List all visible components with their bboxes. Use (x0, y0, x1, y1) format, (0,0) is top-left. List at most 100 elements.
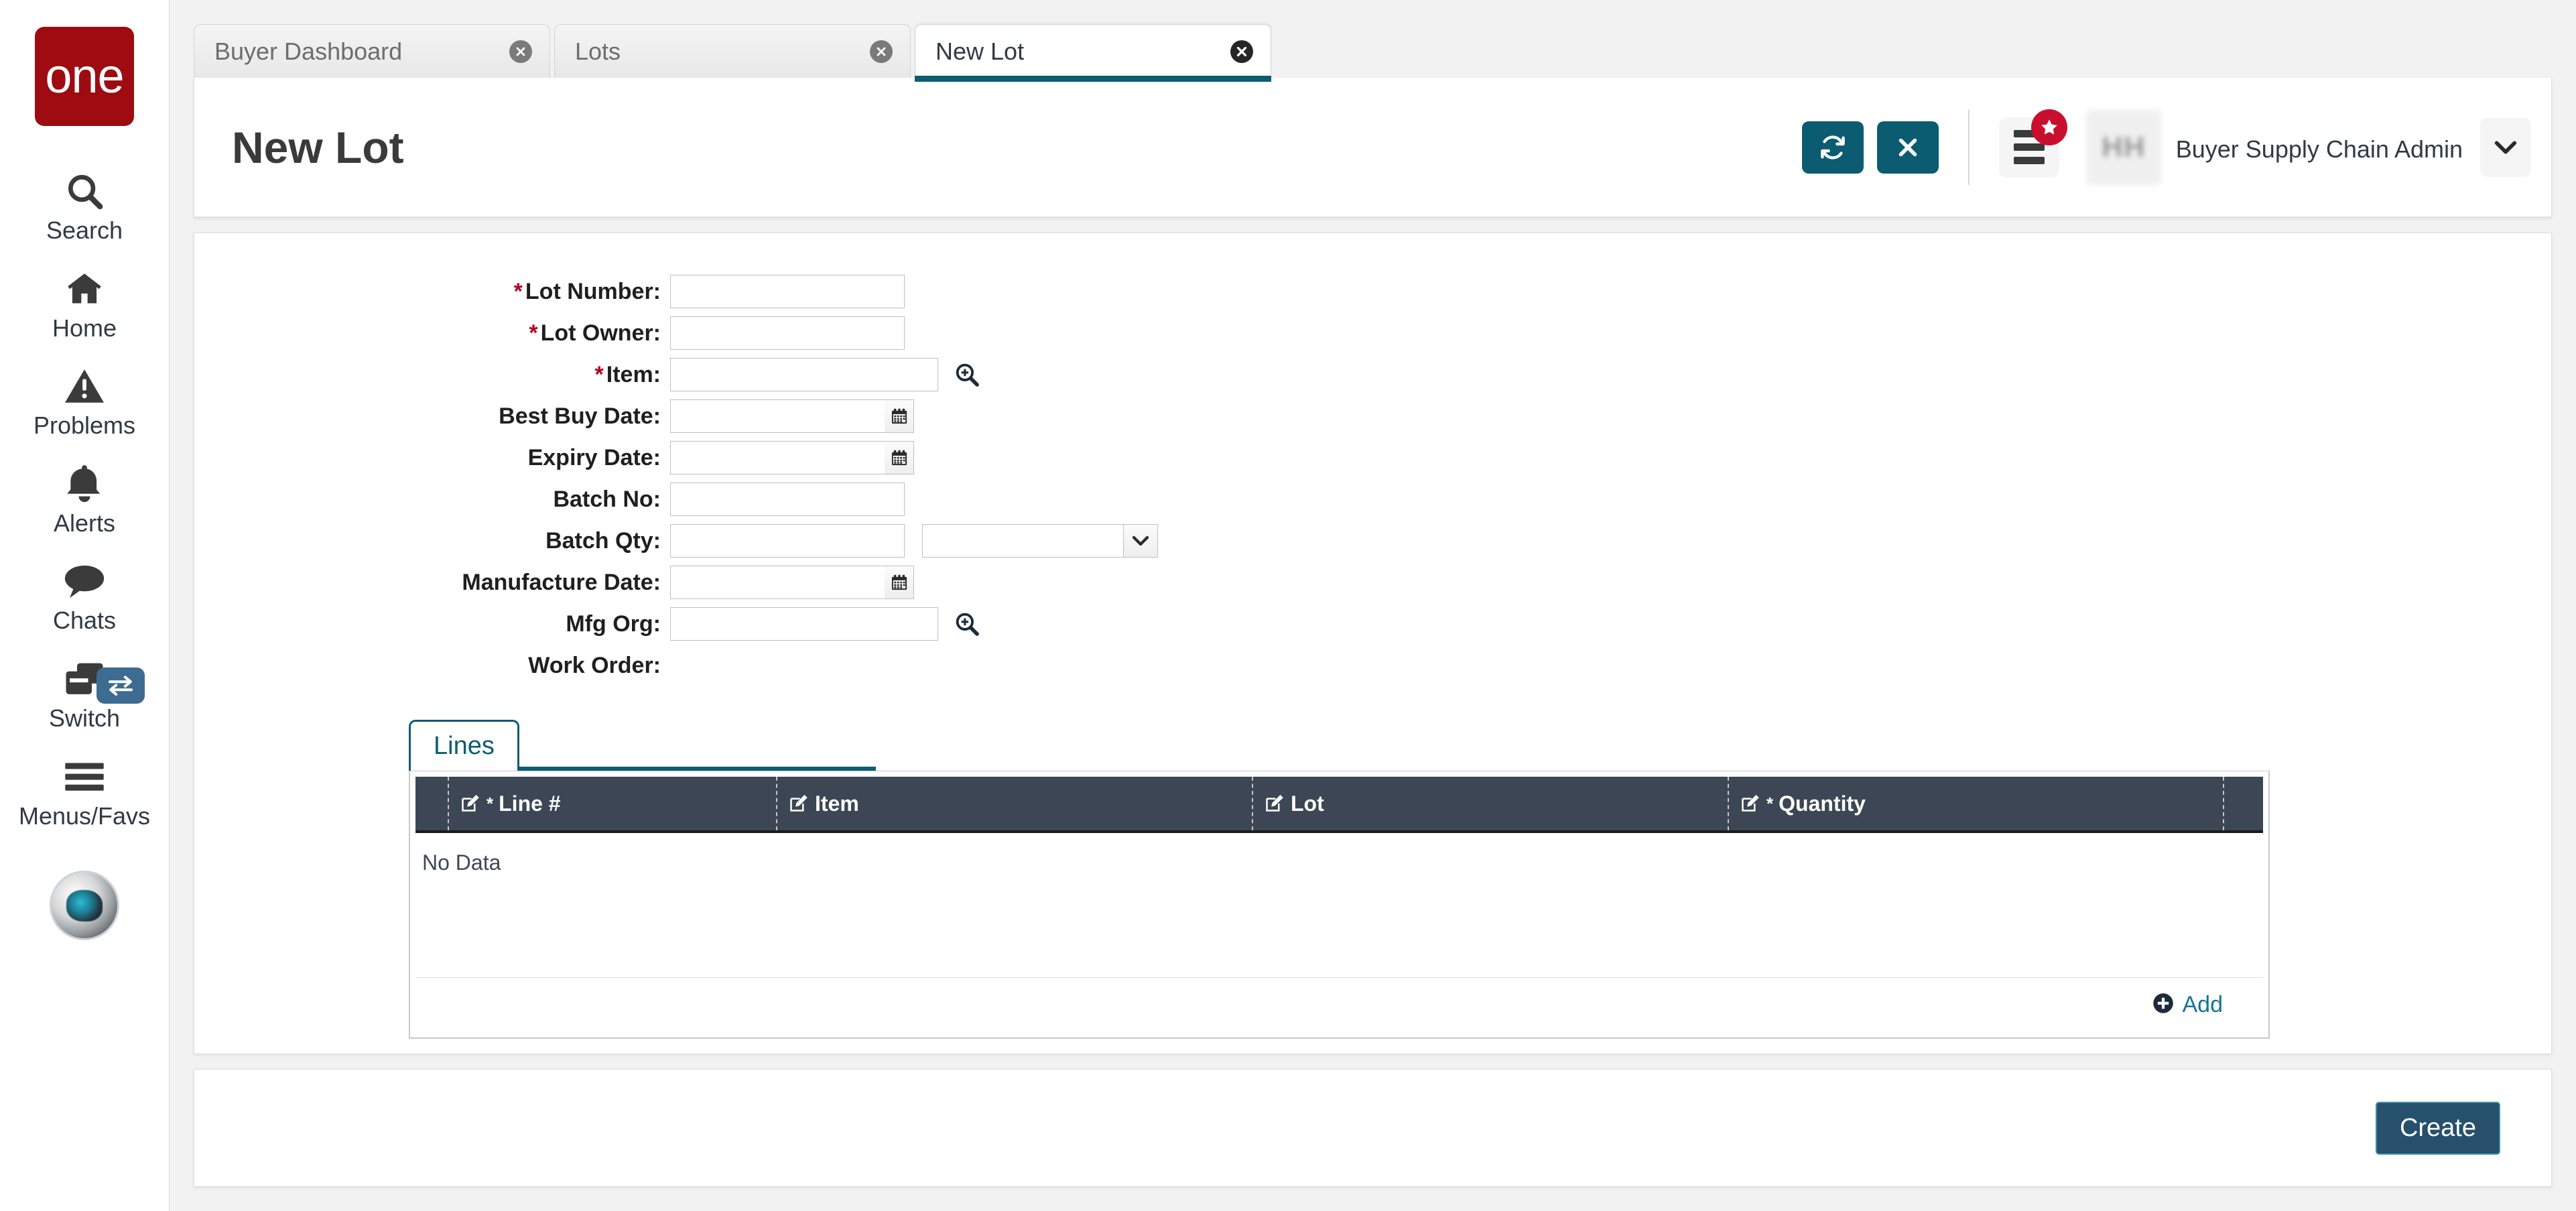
sidebar-item-menus-favs[interactable]: Menus/Favs (0, 741, 169, 839)
star-icon (2031, 109, 2067, 145)
user-menu-toggle[interactable] (2480, 117, 2531, 177)
user-name (2176, 106, 2463, 133)
field-label: * Lot Number: (513, 278, 661, 304)
batch-qty-uom-select[interactable] (922, 524, 1158, 558)
field-row-item: * Item: (208, 354, 2551, 395)
required-marker: * (487, 793, 494, 814)
lines-grid-body: No Data (410, 833, 2268, 977)
calendar-icon[interactable] (885, 399, 914, 433)
sidebar-item-label: Alerts (53, 509, 116, 537)
field-label: Manufacture Date: (462, 569, 661, 595)
field-control (670, 524, 1158, 558)
close-icon[interactable] (870, 40, 893, 63)
lines-grid-footer: Add (415, 977, 2263, 1032)
field-row-best-buy-date: Best Buy Date: (208, 395, 2551, 437)
add-line-button[interactable]: Add (2152, 992, 2224, 1018)
tab-label: New Lot (936, 37, 1025, 65)
column-header-line-number[interactable]: * Line # (448, 777, 776, 830)
manufacture-date-input[interactable] (670, 566, 885, 599)
field-control (670, 566, 914, 599)
left-nav-sidebar: one Search Home Problems Alerts Chats Sw… (0, 0, 170, 1211)
user-role: Buyer Supply Chain Admin (2175, 135, 2463, 163)
field-control (670, 275, 905, 308)
column-header-end-spacer (2223, 777, 2263, 830)
tab-new-lot[interactable]: New Lot (915, 24, 1271, 82)
bell-icon (65, 459, 104, 509)
brand-logo-text: one (45, 50, 124, 103)
home-icon (63, 264, 106, 314)
column-header-quantity[interactable]: * Quantity (1728, 777, 2223, 830)
sidebar-item-label: Chats (52, 607, 117, 635)
sidebar-item-alerts[interactable]: Alerts (0, 448, 169, 546)
sidebar-item-label: Switch (48, 704, 121, 732)
exchange-arrows-icon (109, 676, 133, 696)
best-buy-date-input[interactable] (670, 399, 885, 433)
column-header-label: Lot (1291, 791, 1324, 816)
edit-pencil-icon (788, 793, 808, 814)
create-button[interactable]: Create (2375, 1101, 2500, 1155)
add-line-label: Add (2182, 992, 2224, 1017)
favorites-menu-button[interactable] (1998, 109, 2067, 178)
field-row-lot-owner: * Lot Owner: (208, 312, 2551, 354)
tab-buyer-dashboard[interactable]: Buyer Dashboard (194, 24, 550, 78)
chevron-down-icon (2494, 140, 2517, 153)
column-header-lot[interactable]: Lot (1252, 777, 1728, 830)
assistant-avatar-icon[interactable] (50, 871, 119, 941)
tab-lots[interactable]: Lots (554, 24, 911, 78)
mfg-org-input[interactable] (670, 607, 938, 641)
field-control (670, 358, 984, 391)
edit-pencil-icon (1264, 793, 1284, 814)
sidebar-item-switch[interactable]: Switch (0, 643, 169, 741)
page-title: New Lot (232, 122, 404, 172)
chat-bubble-icon (62, 556, 107, 606)
expiry-date-input[interactable] (670, 441, 885, 474)
batch-qty-input[interactable] (670, 524, 905, 558)
sidebar-item-label: Home (52, 314, 117, 342)
batch-qty-uom-value (922, 524, 1123, 558)
item-input[interactable] (670, 358, 938, 391)
field-control (670, 316, 905, 350)
main-pane: Buyer Dashboard Lots New Lot New Lot HH … (170, 0, 2576, 1211)
page-header-card: New Lot HH Buyer Supply Chain Admin (194, 78, 2552, 218)
close-icon[interactable] (1230, 40, 1253, 63)
tab-lines[interactable]: Lines (409, 720, 519, 771)
close-button[interactable] (1876, 121, 1939, 174)
refresh-icon (1820, 135, 1845, 160)
magnifier-plus-icon[interactable] (950, 607, 984, 641)
field-label: Batch No: (553, 486, 661, 512)
switch-toggle-badge[interactable] (96, 667, 145, 704)
field-control (670, 441, 914, 474)
new-lot-form: * Lot Number: * Lot Owner: * Item: Best … (194, 271, 2551, 686)
sidebar-item-home[interactable]: Home (0, 253, 169, 351)
lot-number-input[interactable] (670, 275, 905, 308)
calendar-icon[interactable] (885, 441, 914, 474)
required-marker: * (594, 361, 604, 387)
field-row-expiry-date: Expiry Date: (208, 437, 2551, 479)
calendar-icon[interactable] (885, 566, 914, 599)
plus-circle-icon (2152, 992, 2175, 1018)
close-icon[interactable] (509, 40, 532, 63)
brand-logo[interactable]: one (35, 27, 134, 126)
search-icon (64, 166, 105, 216)
column-header-item[interactable]: Item (776, 777, 1252, 830)
user-profile[interactable]: HH Buyer Supply Chain Admin (2085, 106, 2463, 189)
field-row-lot-number: * Lot Number: (208, 271, 2551, 312)
sidebar-item-problems[interactable]: Problems (0, 350, 169, 448)
sidebar-item-search[interactable]: Search (0, 155, 169, 253)
magnifier-plus-icon[interactable] (950, 358, 984, 391)
header-divider (1968, 109, 1970, 185)
batch-no-input[interactable] (670, 483, 905, 516)
header-actions (1801, 121, 1939, 174)
chevron-down-icon[interactable] (1123, 524, 1158, 558)
lot-owner-input[interactable] (670, 316, 905, 350)
sidebar-item-chats[interactable]: Chats (0, 546, 169, 643)
tab-label: Lots (575, 37, 621, 65)
field-control (670, 399, 914, 433)
field-row-manufacture-date: Manufacture Date: (208, 562, 2551, 603)
tab-label: Buyer Dashboard (214, 37, 403, 65)
refresh-button[interactable] (1801, 121, 1864, 174)
field-row-mfg-org: Mfg Org: (208, 603, 2551, 645)
close-x-icon (1898, 138, 1917, 156)
user-meta: Buyer Supply Chain Admin (2176, 106, 2463, 189)
edit-pencil-icon (1740, 793, 1760, 814)
